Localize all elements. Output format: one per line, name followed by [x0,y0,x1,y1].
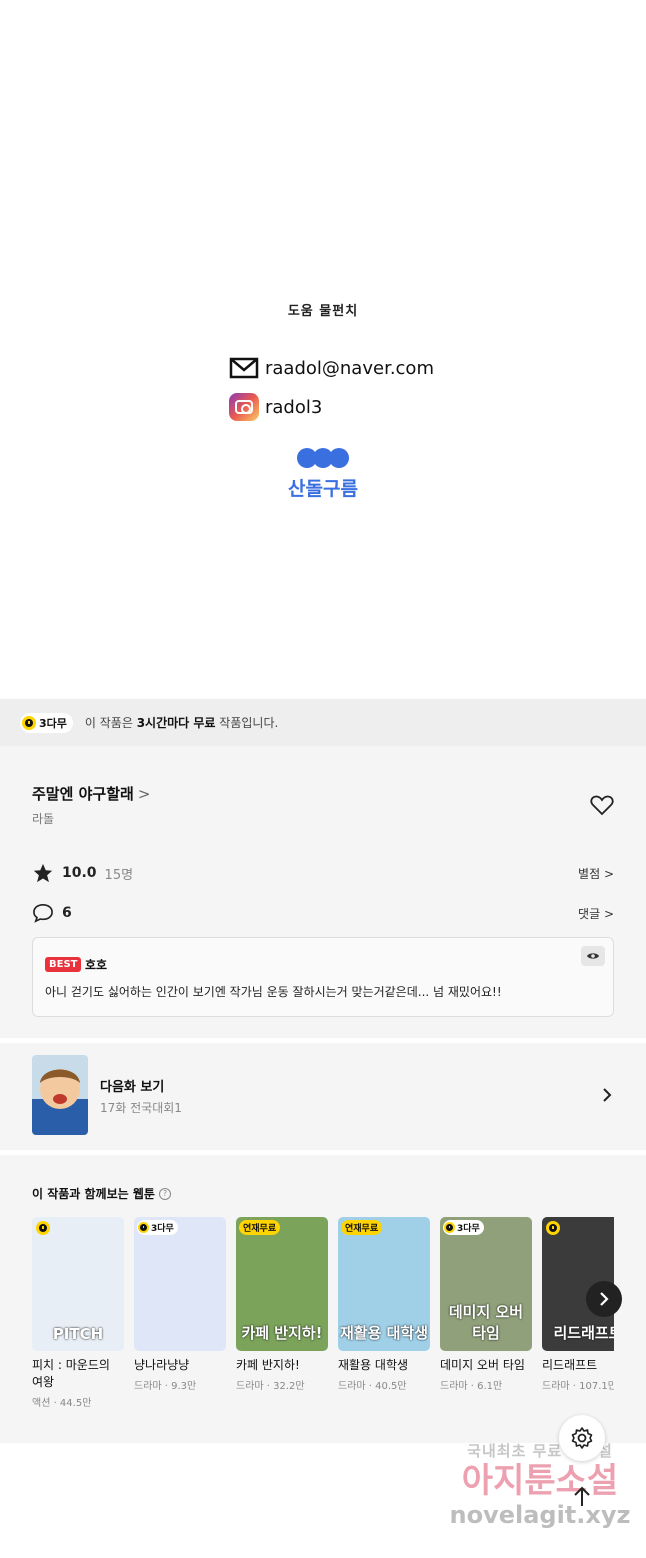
credit-helper: 도움 물펀치 [287,304,359,319]
studio-logo: 산돌구름 [0,448,646,501]
settings-button[interactable] [559,1415,605,1461]
rating-row: 10.0 15명 별점 > [32,862,614,884]
heart-icon[interactable] [590,794,614,816]
cover-title: 리드래프트 [553,1324,614,1342]
mail-icon [229,357,259,379]
studio-name: 산돌구름 [288,478,358,500]
recommendation-title: 피치 : 마운드의 여왕 [32,1358,110,1389]
recommendation-cover: 연재무료재활용 대학생 [338,1217,430,1351]
recommendation-card[interactable]: 연재무료 카페 반지하! 카페 반지하! 드라마 · 32.2만 [236,1217,328,1392]
chevron-right-icon [600,1292,609,1306]
recommendation-meta: 액션 · 44.5만 [32,1398,92,1409]
cloud-icon [297,448,349,468]
chevron-right-icon [603,1088,612,1102]
cover-badge: 3다무 [137,1220,178,1235]
recommendation-title: 재활용 대학생 [338,1358,409,1372]
carousel-next-button[interactable] [586,1281,622,1317]
free-notice-banner: 3다무 이 작품은 3시간마다 무료 작품입니다. [0,699,646,746]
recommendations-section: 이 작품과 함께보는 웹툰 ? PITCH 피치 : 마운드의 여왕액션 · 44… [0,1155,646,1443]
recommendations-title: 이 작품과 함께보는 웹툰 ? [32,1185,171,1202]
free-notice-text: 이 작품은 3시간마다 무료 작품입니다. [84,716,279,730]
recommendation-title: 리드래프트 [542,1358,598,1372]
best-comment-card[interactable]: BEST 호호 아니 걷기도 싫어하는 인간이 보기엔 작가님 운동 잘하시는거… [32,937,614,1017]
watermark-line3: novelagit.xyz [449,1501,631,1529]
recommendation-cover: 연재무료카페 반지하! [236,1217,328,1351]
spoiler-toggle-button[interactable] [581,946,605,966]
watermark-line2: 아지툰소설 [461,1461,619,1501]
recommendation-card[interactable]: 연재무료 재활용 대학생 재활용 대학생 드라마 · 40.5만 [338,1217,430,1392]
comment-author: 호호 [85,958,108,972]
comment-text: 아니 걷기도 싫어하는 인간이 보기엔 작가님 운동 잘하시는거 맞는거같은데.… [45,985,502,999]
work-title: 주말엔 야구할래 [32,785,134,803]
cover-badge: 연재무료 [239,1220,281,1235]
cover-title: PITCH [52,1325,104,1343]
comment-link[interactable]: 댓글 > [578,905,614,922]
recommendation-meta: 드라마 · 107.1만 [542,1381,614,1392]
rating-score: 10.0 [62,865,97,881]
next-episode-subtitle: 17화 전국대회1 [100,1101,182,1115]
comment-row: 6 댓글 > [32,903,614,923]
star-icon [33,863,53,883]
recommendation-meta: 드라마 · 32.2만 [236,1381,305,1392]
chevron-right-icon: > [137,785,151,803]
episode-end-page: 도움 물펀치 raadol@naver.com radol3 산돌구름 3다무 … [0,0,646,1558]
comment-icon [33,903,53,923]
recommendation-meta: 드라마 · 40.5만 [338,1381,407,1392]
scroll-top-button[interactable] [568,1482,596,1510]
recommendation-cover: 3다무 [134,1217,226,1351]
next-episode-row[interactable]: 다음화 보기 17화 전국대회1 [0,1043,646,1150]
recommendation-meta: 드라마 · 6.1만 [440,1381,503,1392]
cover-title: 카페 반지하! [241,1324,323,1342]
recommendation-cover: PITCH [32,1217,124,1351]
recommendation-cover: 3다무데미지 오버 타임 [440,1217,532,1351]
clock-icon [36,1221,50,1235]
next-episode-label: 다음화 보기 [100,1080,165,1095]
work-title-link[interactable]: 주말엔 야구할래 > [32,783,150,804]
instagram-icon [229,393,259,421]
comment-count: 6 [62,905,72,921]
recommendation-list: PITCH 피치 : 마운드의 여왕액션 · 44.5만 3다무냥나라냥냥드라마 ·… [32,1217,614,1437]
rating-count: 15명 [104,867,134,883]
recommendation-meta: 드라마 · 9.3만 [134,1381,197,1392]
next-episode-thumbnail [32,1055,88,1135]
cover-badge: 연재무료 [341,1220,383,1235]
clock-icon [138,1222,149,1233]
instagram-handle: radol3 [265,396,323,418]
arrow-up-icon [574,1486,590,1506]
work-author: 라돌 [32,812,55,826]
recommendation-title: 데미지 오버 타임 [440,1358,525,1372]
clock-icon [546,1221,560,1235]
help-icon[interactable]: ? [158,1187,171,1200]
best-badge: BEST [45,957,82,972]
eye-icon [587,953,599,959]
site-watermark: 국내최초 무료 웹소설 아지툰소설 novelagit.xyz [440,1440,640,1529]
cover-title: 데미지 오버 타임 [448,1303,524,1342]
wait-free-badge: 3다무 [20,712,73,733]
clock-icon [444,1222,455,1233]
cover-title: 재활용 대학생 [339,1324,429,1342]
watermark-line1: 국내최초 무료 웹소설 [467,1442,613,1460]
work-info-section: 주말엔 야구할래 > 라돌 10.0 15명 별점 > 6 댓글 > BEST 호… [0,746,646,1038]
cover-badge: 3다무 [443,1220,484,1235]
recommendation-card[interactable]: PITCH 피치 : 마운드의 여왕액션 · 44.5만 [32,1217,124,1409]
recommendation-title: 냥나라냥냥 [134,1358,190,1372]
recommendation-title: 카페 반지하! [236,1358,300,1372]
clock-icon [22,715,36,730]
email-contact: raadol@naver.com [229,356,434,380]
instagram-contact: radol3 [229,393,322,421]
email-text: raadol@naver.com [265,357,434,379]
rating-link[interactable]: 별점 > [578,865,614,882]
recommendation-card[interactable]: 3다무냥나라냥냥드라마 · 9.3만 [134,1217,226,1392]
recommendation-card[interactable]: 3다무 데미지 오버 타임 데미지 오버 타임 드라마 · 6.1만 [440,1217,532,1392]
gear-icon [571,1427,593,1449]
